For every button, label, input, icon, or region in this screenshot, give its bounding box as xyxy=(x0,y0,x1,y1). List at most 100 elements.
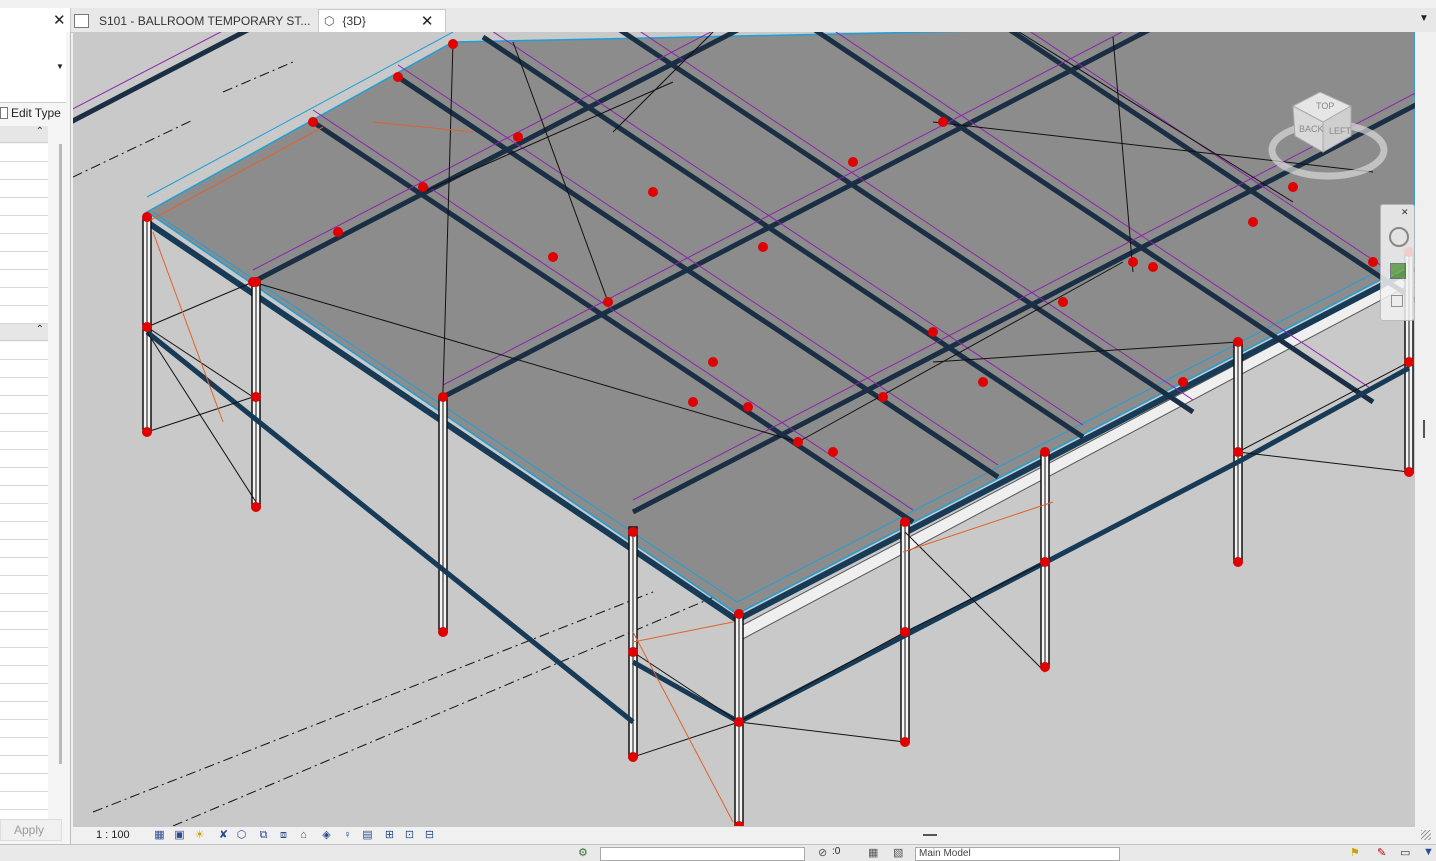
property-row[interactable] xyxy=(0,360,48,378)
property-row[interactable] xyxy=(0,666,48,684)
view-control-drag-handle[interactable] xyxy=(923,834,937,836)
close-tab-icon[interactable]: ✕ xyxy=(421,14,434,29)
tab-3d-view[interactable]: ⬡ {3D} ✕ xyxy=(318,9,446,32)
viewcube-back-label: BACK xyxy=(1299,124,1324,134)
node-marker xyxy=(251,392,261,402)
zoom-icon[interactable] xyxy=(1390,263,1406,279)
temporary-hide-icon[interactable]: ◈ xyxy=(320,829,333,841)
property-row[interactable] xyxy=(0,378,48,396)
property-row[interactable] xyxy=(0,522,48,540)
node-marker xyxy=(848,157,858,167)
workset-selector[interactable] xyxy=(600,847,805,861)
property-category-header[interactable]: ⌃ xyxy=(0,324,48,341)
close-navbar-icon[interactable]: ✕ xyxy=(1401,207,1409,218)
property-row[interactable] xyxy=(0,702,48,720)
node-marker xyxy=(1233,557,1243,567)
select-underlay-icon[interactable]: ▭ xyxy=(1400,846,1410,859)
tab-sheet-s101[interactable]: S101 - BALLROOM TEMPORARY ST... xyxy=(74,10,314,31)
property-row[interactable] xyxy=(0,756,48,774)
3d-viewport[interactable]: TOP BACK LEFT ✕ xyxy=(73,32,1415,826)
property-row[interactable] xyxy=(0,180,48,198)
node-marker xyxy=(900,737,910,747)
reveal-hidden-icon[interactable]: ♀ xyxy=(341,829,354,841)
show-crop-icon[interactable]: ⧈ xyxy=(277,829,290,841)
property-row[interactable] xyxy=(0,720,48,738)
node-marker xyxy=(1040,557,1050,567)
property-row[interactable] xyxy=(0,198,48,216)
close-properties-icon[interactable]: ✕ xyxy=(53,11,66,29)
worksharing-icon[interactable]: ⊞ xyxy=(383,829,396,841)
property-row[interactable] xyxy=(0,738,48,756)
property-row[interactable] xyxy=(0,612,48,630)
property-row[interactable] xyxy=(0,684,48,702)
properties-header: ✕ xyxy=(0,8,71,32)
properties-scrollbar[interactable] xyxy=(59,144,62,764)
property-row[interactable] xyxy=(0,432,48,450)
temporary-properties-icon[interactable]: ▤ xyxy=(361,829,374,841)
property-row[interactable] xyxy=(0,486,48,504)
property-row[interactable] xyxy=(0,468,48,486)
resize-grip-icon[interactable] xyxy=(1421,830,1431,840)
edit-type-icon xyxy=(0,107,8,119)
property-row[interactable] xyxy=(0,414,48,432)
viewport-scrollbar[interactable] xyxy=(1415,32,1436,844)
visual-style-icon[interactable]: ▣ xyxy=(173,829,186,841)
tab-3d-label: {3D} xyxy=(342,14,366,28)
tab-list-dropdown-icon[interactable]: ▼ xyxy=(1419,13,1429,24)
shadows-icon[interactable]: ✘ xyxy=(217,829,230,841)
design-options-icon[interactable]: ▦ xyxy=(868,846,878,859)
property-row[interactable] xyxy=(0,396,48,414)
property-row[interactable] xyxy=(0,270,48,288)
crop-view-icon[interactable]: ⧉ xyxy=(257,829,270,841)
property-row[interactable] xyxy=(0,792,48,810)
edit-type-button[interactable]: Edit Type xyxy=(0,104,66,122)
select-links-icon[interactable]: ⚑ xyxy=(1350,846,1360,859)
view-scale[interactable]: 1 : 100 xyxy=(96,829,130,841)
property-row[interactable] xyxy=(0,252,48,270)
apply-button[interactable]: Apply xyxy=(0,819,62,841)
node-marker xyxy=(900,627,910,637)
viewcube[interactable]: TOP BACK LEFT xyxy=(1263,91,1388,192)
property-row[interactable] xyxy=(0,594,48,612)
property-row[interactable] xyxy=(0,162,48,180)
property-category-header[interactable]: ⌃ xyxy=(0,126,48,143)
property-row[interactable] xyxy=(0,234,48,252)
property-row[interactable] xyxy=(0,774,48,792)
exclude-options-icon[interactable]: ▧ xyxy=(893,846,903,859)
property-row[interactable] xyxy=(0,450,48,468)
constraints-icon[interactable]: ⊟ xyxy=(423,829,436,841)
property-row[interactable] xyxy=(0,144,48,162)
property-row[interactable] xyxy=(0,306,48,324)
editable-only-icon[interactable]: ⊘ xyxy=(818,846,827,859)
property-row[interactable] xyxy=(0,342,48,360)
filter-icon[interactable]: ▼ xyxy=(1423,846,1434,858)
viewcube-left-label: LEFT xyxy=(1329,126,1352,136)
analytical-model-icon[interactable]: ⊡ xyxy=(403,829,416,841)
sun-path-icon[interactable]: ☀ xyxy=(193,829,206,841)
property-row[interactable] xyxy=(0,576,48,594)
unlock-view-icon[interactable]: ⌂ xyxy=(297,829,310,841)
node-marker xyxy=(308,117,318,127)
viewcube-top-label: TOP xyxy=(1316,101,1334,111)
property-row[interactable] xyxy=(0,648,48,666)
main-model-selector[interactable]: Main Model xyxy=(915,847,1120,861)
collapse-icon[interactable]: ⌃ xyxy=(36,126,44,137)
render-icon[interactable]: ⬡ xyxy=(235,829,248,841)
type-selector[interactable]: ▼ xyxy=(0,32,66,103)
worksets-icon[interactable]: ⚙ xyxy=(578,846,588,859)
select-pinned-icon[interactable]: ✎ xyxy=(1377,846,1386,859)
property-row[interactable] xyxy=(0,504,48,522)
collapse-icon[interactable]: ⌃ xyxy=(36,324,44,335)
node-marker xyxy=(603,297,613,307)
property-row[interactable] xyxy=(0,558,48,576)
steering-wheel-icon[interactable] xyxy=(1389,227,1409,247)
node-marker xyxy=(1248,217,1258,227)
property-row[interactable] xyxy=(0,216,48,234)
property-row[interactable] xyxy=(0,630,48,648)
property-row[interactable] xyxy=(0,288,48,306)
scrollbar-thumb[interactable] xyxy=(1423,420,1425,438)
property-row[interactable] xyxy=(0,540,48,558)
detail-level-icon[interactable]: ▦ xyxy=(153,829,166,841)
view-control-bar: 1 : 100 ▦ ▣ ☀ ✘ ⬡ ⧉ ⧈ ⌂ ◈ ♀ ▤ ⊞ ⊡ ⊟ xyxy=(73,826,1415,845)
navbar-options-icon[interactable] xyxy=(1391,295,1403,307)
